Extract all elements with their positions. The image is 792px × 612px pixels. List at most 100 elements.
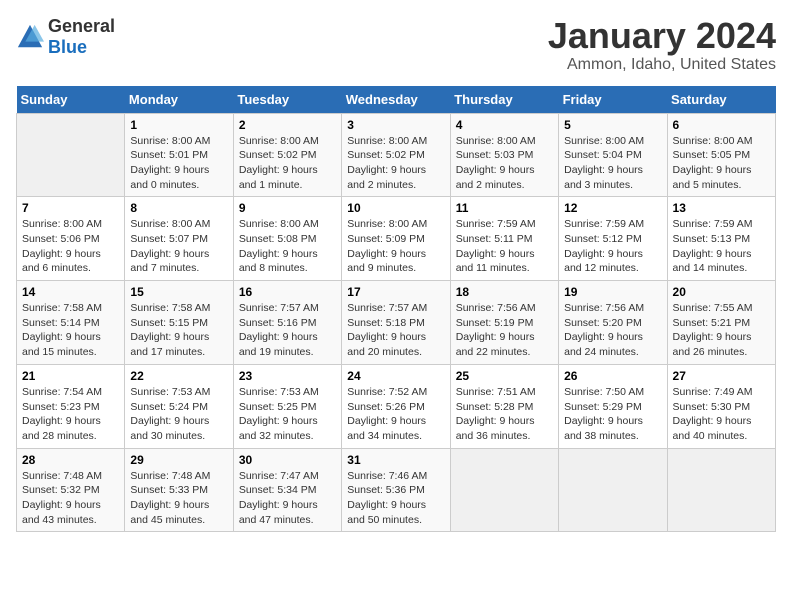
calendar-cell: 2 Sunrise: 8:00 AM Sunset: 5:02 PM Daylig…	[233, 113, 341, 197]
day-number: 28	[22, 453, 119, 467]
day-info: Sunrise: 7:53 AM Sunset: 5:25 PM Dayligh…	[239, 385, 336, 444]
logo-text: General Blue	[48, 16, 115, 58]
day-info: Sunrise: 8:00 AM Sunset: 5:08 PM Dayligh…	[239, 217, 336, 276]
logo-general: General	[48, 16, 115, 36]
day-header-saturday: Saturday	[667, 86, 775, 114]
calendar-week-2: 7Sunrise: 8:00 AM Sunset: 5:06 PM Daylig…	[17, 197, 776, 281]
calendar-cell: 6 Sunrise: 8:00 AM Sunset: 5:05 PM Daylig…	[667, 113, 775, 197]
day-info: Sunrise: 7:59 AM Sunset: 5:13 PM Dayligh…	[673, 217, 770, 276]
calendar-cell: 29Sunrise: 7:48 AM Sunset: 5:33 PM Dayli…	[125, 448, 233, 532]
calendar-cell: 26 Sunrise: 7:50 AM Sunset: 5:29 PM Dayli…	[559, 364, 667, 448]
calendar-cell: 24Sunrise: 7:52 AM Sunset: 5:26 PM Dayli…	[342, 364, 450, 448]
day-info: Sunrise: 7:57 AM Sunset: 5:18 PM Dayligh…	[347, 301, 444, 360]
day-number: 31	[347, 453, 444, 467]
day-number: 9	[239, 201, 336, 215]
day-number: 10	[347, 201, 444, 215]
day-info: Sunrise: 7:50 AM Sunset: 5:29 PM Dayligh…	[564, 385, 661, 444]
calendar-header-row: SundayMondayTuesdayWednesdayThursdayFrid…	[17, 86, 776, 114]
day-number: 13	[673, 201, 770, 215]
day-number: 12	[564, 201, 661, 215]
day-number: 30	[239, 453, 336, 467]
day-number: 3	[347, 118, 444, 132]
day-info: Sunrise: 7:55 AM Sunset: 5:21 PM Dayligh…	[673, 301, 770, 360]
calendar-cell: 4Sunrise: 8:00 AM Sunset: 5:03 PM Daylig…	[450, 113, 558, 197]
main-title: January 2024	[548, 16, 776, 56]
day-number: 1	[130, 118, 227, 132]
logo-icon	[16, 23, 44, 51]
day-info: Sunrise: 7:48 AM Sunset: 5:32 PM Dayligh…	[22, 469, 119, 528]
day-number: 25	[456, 369, 553, 383]
calendar-cell: 15 Sunrise: 7:58 AM Sunset: 5:15 PM Dayli…	[125, 281, 233, 365]
calendar-cell: 16Sunrise: 7:57 AM Sunset: 5:16 PM Dayli…	[233, 281, 341, 365]
calendar-table: SundayMondayTuesdayWednesdayThursdayFrid…	[16, 86, 776, 533]
day-info: Sunrise: 8:00 AM Sunset: 5:09 PM Dayligh…	[347, 217, 444, 276]
day-header-monday: Monday	[125, 86, 233, 114]
day-number: 18	[456, 285, 553, 299]
day-header-wednesday: Wednesday	[342, 86, 450, 114]
calendar-cell	[559, 448, 667, 532]
calendar-week-4: 21Sunrise: 7:54 AM Sunset: 5:23 PM Dayli…	[17, 364, 776, 448]
day-info: Sunrise: 7:51 AM Sunset: 5:28 PM Dayligh…	[456, 385, 553, 444]
day-info: Sunrise: 7:53 AM Sunset: 5:24 PM Dayligh…	[130, 385, 227, 444]
day-number: 8	[130, 201, 227, 215]
day-info: Sunrise: 8:00 AM Sunset: 5:05 PM Dayligh…	[673, 134, 770, 193]
calendar-cell: 7Sunrise: 8:00 AM Sunset: 5:06 PM Daylig…	[17, 197, 125, 281]
day-number: 19	[564, 285, 661, 299]
day-info: Sunrise: 7:49 AM Sunset: 5:30 PM Dayligh…	[673, 385, 770, 444]
day-number: 14	[22, 285, 119, 299]
day-header-thursday: Thursday	[450, 86, 558, 114]
day-info: Sunrise: 7:48 AM Sunset: 5:33 PM Dayligh…	[130, 469, 227, 528]
day-number: 16	[239, 285, 336, 299]
day-number: 17	[347, 285, 444, 299]
day-number: 11	[456, 201, 553, 215]
day-number: 2	[239, 118, 336, 132]
calendar-week-3: 14 Sunrise: 7:58 AM Sunset: 5:14 PM Dayli…	[17, 281, 776, 365]
calendar-week-1: 1Sunrise: 8:00 AM Sunset: 5:01 PM Daylig…	[17, 113, 776, 197]
logo: General Blue	[16, 16, 115, 58]
day-number: 27	[673, 369, 770, 383]
calendar-body: 1Sunrise: 8:00 AM Sunset: 5:01 PM Daylig…	[17, 113, 776, 532]
calendar-cell: 21Sunrise: 7:54 AM Sunset: 5:23 PM Dayli…	[17, 364, 125, 448]
calendar-cell: 8Sunrise: 8:00 AM Sunset: 5:07 PM Daylig…	[125, 197, 233, 281]
calendar-cell: 12 Sunrise: 7:59 AM Sunset: 5:12 PM Dayli…	[559, 197, 667, 281]
calendar-cell: 11Sunrise: 7:59 AM Sunset: 5:11 PM Dayli…	[450, 197, 558, 281]
day-number: 22	[130, 369, 227, 383]
day-header-friday: Friday	[559, 86, 667, 114]
calendar-cell: 3 Sunrise: 8:00 AM Sunset: 5:02 PM Daylig…	[342, 113, 450, 197]
calendar-cell: 10 Sunrise: 8:00 AM Sunset: 5:09 PM Dayli…	[342, 197, 450, 281]
calendar-cell	[667, 448, 775, 532]
calendar-cell: 18 Sunrise: 7:56 AM Sunset: 5:19 PM Dayli…	[450, 281, 558, 365]
calendar-cell: 22 Sunrise: 7:53 AM Sunset: 5:24 PM Dayli…	[125, 364, 233, 448]
calendar-cell: 5Sunrise: 8:00 AM Sunset: 5:04 PM Daylig…	[559, 113, 667, 197]
day-info: Sunrise: 7:58 AM Sunset: 5:14 PM Dayligh…	[22, 301, 119, 360]
day-header-sunday: Sunday	[17, 86, 125, 114]
day-header-tuesday: Tuesday	[233, 86, 341, 114]
day-info: Sunrise: 8:00 AM Sunset: 5:02 PM Dayligh…	[239, 134, 336, 193]
calendar-cell: 27 Sunrise: 7:49 AM Sunset: 5:30 PM Dayli…	[667, 364, 775, 448]
calendar-cell: 20 Sunrise: 7:55 AM Sunset: 5:21 PM Dayli…	[667, 281, 775, 365]
subtitle: Ammon, Idaho, United States	[548, 56, 776, 74]
day-info: Sunrise: 7:56 AM Sunset: 5:20 PM Dayligh…	[564, 301, 661, 360]
calendar-cell	[17, 113, 125, 197]
calendar-cell	[450, 448, 558, 532]
day-number: 21	[22, 369, 119, 383]
calendar-cell: 14 Sunrise: 7:58 AM Sunset: 5:14 PM Dayli…	[17, 281, 125, 365]
calendar-cell: 30Sunrise: 7:47 AM Sunset: 5:34 PM Dayli…	[233, 448, 341, 532]
day-info: Sunrise: 7:56 AM Sunset: 5:19 PM Dayligh…	[456, 301, 553, 360]
day-info: Sunrise: 8:00 AM Sunset: 5:06 PM Dayligh…	[22, 217, 119, 276]
calendar-cell: 31Sunrise: 7:46 AM Sunset: 5:36 PM Dayli…	[342, 448, 450, 532]
calendar-cell: 23 Sunrise: 7:53 AM Sunset: 5:25 PM Dayli…	[233, 364, 341, 448]
day-number: 26	[564, 369, 661, 383]
day-number: 23	[239, 369, 336, 383]
day-info: Sunrise: 8:00 AM Sunset: 5:02 PM Dayligh…	[347, 134, 444, 193]
day-info: Sunrise: 8:00 AM Sunset: 5:04 PM Dayligh…	[564, 134, 661, 193]
calendar-cell: 1Sunrise: 8:00 AM Sunset: 5:01 PM Daylig…	[125, 113, 233, 197]
day-number: 15	[130, 285, 227, 299]
calendar-cell: 28 Sunrise: 7:48 AM Sunset: 5:32 PM Dayli…	[17, 448, 125, 532]
day-info: Sunrise: 7:58 AM Sunset: 5:15 PM Dayligh…	[130, 301, 227, 360]
header: General Blue January 2024 Ammon, Idaho, …	[16, 16, 776, 74]
calendar-cell: 19 Sunrise: 7:56 AM Sunset: 5:20 PM Dayli…	[559, 281, 667, 365]
day-number: 6	[673, 118, 770, 132]
day-info: Sunrise: 7:59 AM Sunset: 5:12 PM Dayligh…	[564, 217, 661, 276]
day-number: 20	[673, 285, 770, 299]
